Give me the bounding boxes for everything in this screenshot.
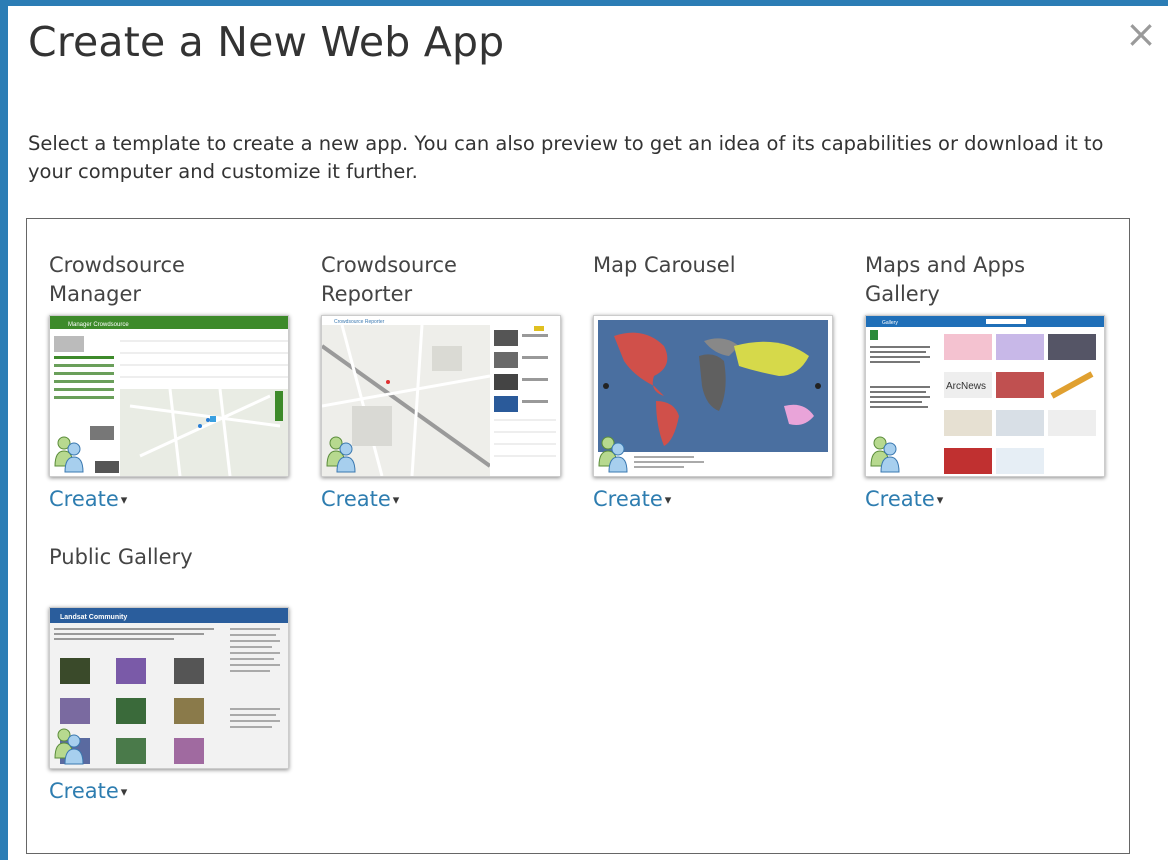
template-thumbnail[interactable]: Landsat Community (49, 607, 289, 769)
create-button[interactable]: Create ▾ (49, 779, 127, 803)
dialog-description: Select a template to create a new app. Y… (28, 132, 1104, 183)
thumb-header-text: Landsat Community (60, 614, 127, 621)
create-button[interactable]: Create ▾ (865, 487, 943, 511)
dialog-title: Create a New Web App (28, 18, 505, 66)
close-icon[interactable]: × (1123, 14, 1159, 54)
template-title: Public Gallery (49, 545, 193, 569)
create-button[interactable]: Create ▾ (321, 487, 399, 511)
thumb-header-text: Crowdsource Reporter (334, 319, 385, 325)
users-icon (54, 728, 84, 765)
template-title: Map Carousel (593, 253, 736, 277)
create-label: Create (49, 779, 119, 803)
template-thumbnail[interactable]: Gallery ArcNews (865, 315, 1105, 477)
create-label: Create (321, 487, 391, 511)
create-label: Create (49, 487, 119, 511)
users-icon (326, 436, 356, 473)
create-button[interactable]: Create ▾ (593, 487, 671, 511)
users-icon (598, 436, 628, 473)
template-title: Maps and Apps Gallery (865, 253, 1026, 306)
template-gallery: Crowdsource Manager Manager Crowdsource (26, 218, 1130, 854)
users-icon (870, 436, 900, 473)
thumb-overlay-text: ArcNews (946, 381, 986, 392)
create-label: Create (865, 487, 935, 511)
template-title: Crowdsource Reporter (321, 253, 457, 306)
caret-down-icon: ▾ (664, 493, 672, 508)
create-web-app-dialog: Create a New Web App × Select a template… (8, 6, 1168, 860)
caret-down-icon: ▾ (120, 785, 128, 800)
template-thumbnail[interactable]: Crowdsource Reporter (321, 315, 561, 477)
thumb-header-text: Manager Crowdsource (68, 322, 129, 328)
template-title: Crowdsource Manager (49, 253, 185, 306)
caret-down-icon: ▾ (392, 493, 400, 508)
create-label: Create (593, 487, 663, 511)
caret-down-icon: ▾ (120, 493, 128, 508)
caret-down-icon: ▾ (936, 493, 944, 508)
users-icon (54, 436, 84, 473)
template-thumbnail[interactable] (593, 315, 833, 477)
thumb-header-text: Gallery (882, 320, 898, 326)
create-button[interactable]: Create ▾ (49, 487, 127, 511)
template-thumbnail[interactable]: Manager Crowdsource (49, 315, 289, 477)
